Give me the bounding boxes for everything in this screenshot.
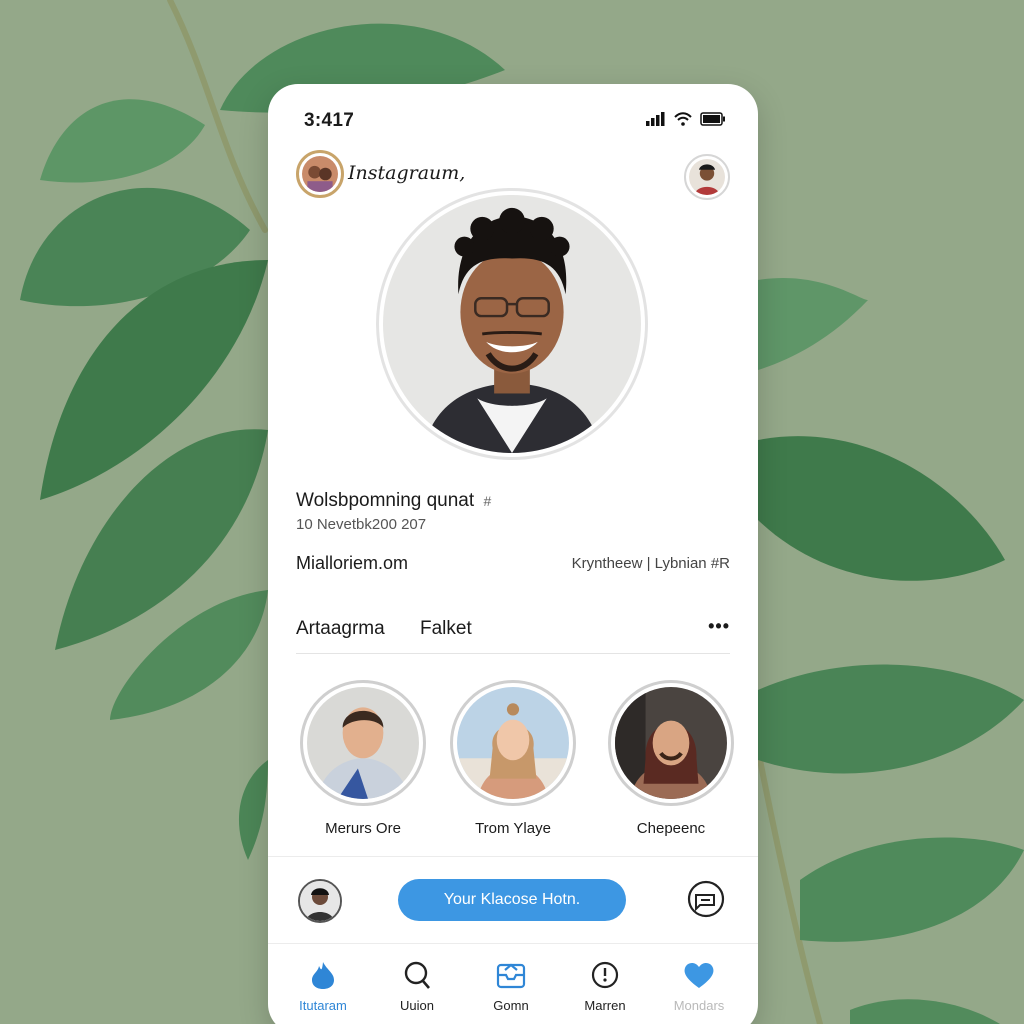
phone-screen: 3:417 Instagraum, Wolsbpomning qunat # 1… bbox=[268, 84, 758, 1024]
message-icon[interactable] bbox=[686, 879, 726, 919]
flame-icon bbox=[312, 962, 334, 989]
profile-website-link[interactable]: Mialloriem.om bbox=[296, 553, 408, 574]
story-avatar[interactable] bbox=[450, 680, 576, 806]
status-bar: 3:417 bbox=[268, 84, 758, 154]
nav-item-activity[interactable]: Marren bbox=[560, 958, 650, 1013]
story-item[interactable]: Trom Ylaye bbox=[448, 680, 578, 837]
heart-icon bbox=[684, 962, 714, 988]
tab-2[interactable]: Falket bbox=[420, 618, 472, 640]
more-options-icon[interactable]: ••• bbox=[708, 616, 730, 637]
stories-row: Merurs Ore Trom Ylaye Chepeenc bbox=[268, 680, 758, 840]
user-avatar[interactable] bbox=[684, 154, 730, 200]
nav-item-inbox[interactable]: Gomn bbox=[466, 958, 556, 1013]
story-item[interactable]: Chepeenc bbox=[606, 680, 736, 837]
nav-item-favorites[interactable]: Mondars bbox=[654, 958, 744, 1013]
nav-item-search[interactable]: Uuion bbox=[372, 958, 462, 1013]
inbox-icon bbox=[496, 963, 526, 989]
nav-label: Marren bbox=[584, 998, 626, 1013]
clock-icon bbox=[591, 961, 619, 989]
battery-icon bbox=[700, 112, 725, 126]
profile-date: 10 Nevetbk200 207 bbox=[296, 516, 427, 533]
tabs-row: Artaagrma Falket ••• bbox=[296, 616, 730, 654]
nav-label: Mondars bbox=[673, 998, 725, 1013]
tab-1[interactable]: Artaagrma bbox=[296, 618, 385, 640]
compose-button[interactable]: Your Klacose Hotn. bbox=[398, 879, 626, 921]
nav-label: Itutaram bbox=[299, 998, 347, 1013]
story-item[interactable]: Merurs Ore bbox=[298, 680, 428, 837]
status-time: 3:417 bbox=[304, 110, 355, 131]
app-logo-avatar[interactable] bbox=[296, 150, 344, 198]
signal-icon bbox=[646, 112, 665, 126]
story-label: Chepeenc bbox=[636, 820, 706, 837]
nav-label: Gomn bbox=[493, 998, 529, 1013]
nav-label: Uuion bbox=[400, 998, 434, 1013]
profile-meta: Kryntheew | Lybnian #R bbox=[571, 555, 730, 572]
compose-bar: Your Klacose Hotn. bbox=[268, 856, 758, 944]
profile-photo[interactable] bbox=[376, 188, 648, 460]
story-label: Merurs Ore bbox=[325, 820, 401, 837]
bottom-nav: Itutaram Uuion Gomn Marren Mondars bbox=[268, 946, 758, 1024]
compose-avatar[interactable] bbox=[298, 879, 342, 923]
story-avatar[interactable] bbox=[300, 680, 426, 806]
profile-name: Wolsbpomning qunat # bbox=[296, 490, 491, 512]
status-icons bbox=[646, 112, 726, 126]
profile-name-suffix: # bbox=[483, 493, 492, 509]
story-avatar[interactable] bbox=[608, 680, 734, 806]
wifi-icon bbox=[674, 112, 692, 126]
app-title: Instagraum, bbox=[348, 162, 466, 184]
search-icon bbox=[404, 961, 430, 989]
story-label: Trom Ylaye bbox=[475, 820, 551, 837]
nav-item-home[interactable]: Itutaram bbox=[278, 958, 368, 1013]
profile-name-text: Wolsbpomning qunat bbox=[296, 490, 475, 511]
